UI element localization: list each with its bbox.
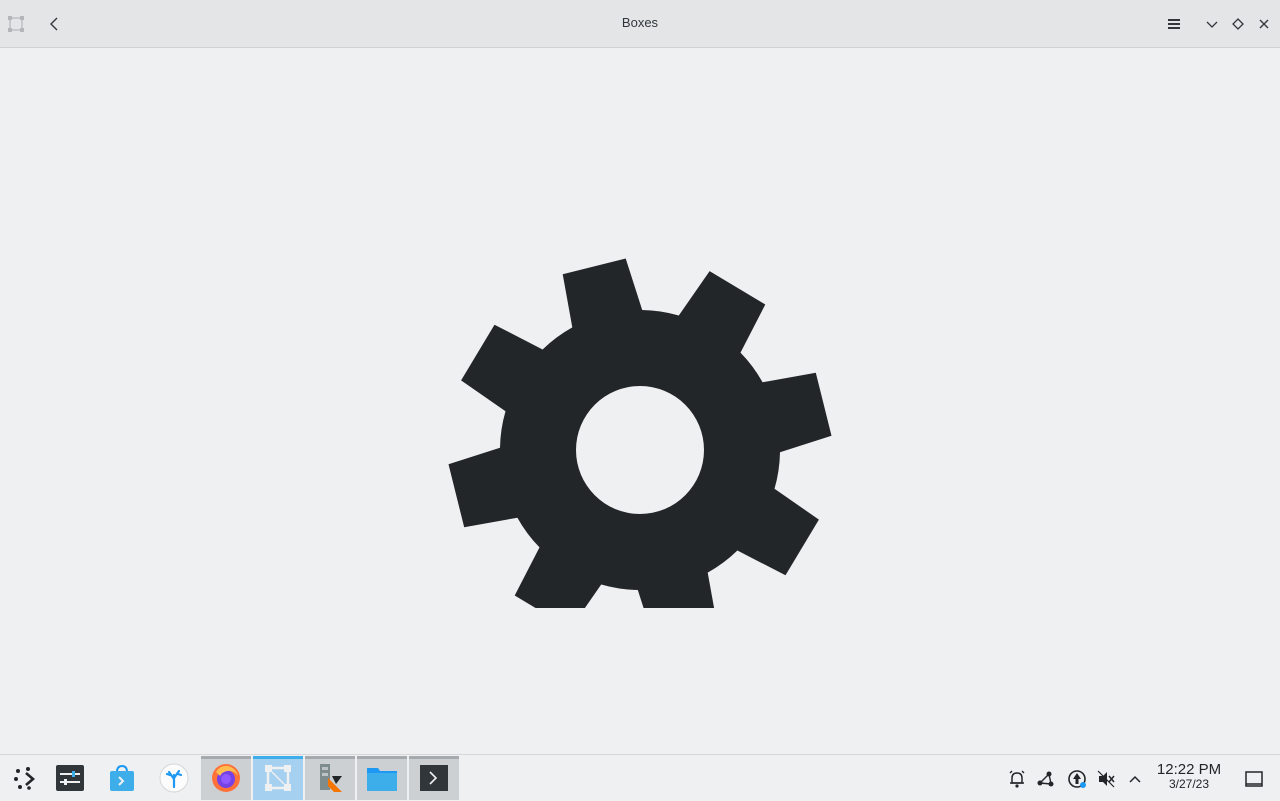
store-bag-icon[interactable] [97, 756, 147, 800]
minimize-chevron-icon[interactable] [1202, 14, 1222, 34]
application-launcher-icon[interactable] [0, 756, 50, 800]
network-icon[interactable] [1036, 769, 1056, 789]
main-content [0, 48, 1280, 754]
gear-icon [440, 208, 840, 642]
firefox-icon[interactable] [201, 756, 251, 800]
close-x-icon[interactable] [1254, 14, 1274, 34]
settings-sliders-icon[interactable] [45, 756, 95, 800]
boxes-icon[interactable] [253, 756, 303, 800]
updates-icon[interactable] [1067, 769, 1087, 789]
coral-app-icon[interactable] [149, 756, 199, 800]
folder-icon[interactable] [357, 756, 407, 800]
show-desktop-icon[interactable] [1244, 769, 1264, 789]
package-install-icon[interactable] [305, 756, 355, 800]
terminal-icon[interactable] [409, 756, 459, 800]
volume-muted-icon[interactable] [1096, 769, 1116, 789]
taskbar: 12:22 PM 3/27/23 [0, 754, 1280, 801]
hamburger-menu-icon[interactable] [1164, 14, 1184, 34]
maximize-diamond-icon[interactable] [1228, 14, 1248, 34]
clock-time: 12:22 PM [1156, 761, 1222, 778]
expand-tray-icon[interactable] [1125, 769, 1145, 789]
clock-date: 3/27/23 [1168, 777, 1210, 791]
window-title: Boxes [621, 15, 659, 30]
notifications-icon[interactable] [1007, 769, 1027, 789]
digital-clock[interactable]: 12:22 PM 3/27/23 [1148, 761, 1230, 791]
window-titlebar: Boxes [0, 0, 1280, 48]
